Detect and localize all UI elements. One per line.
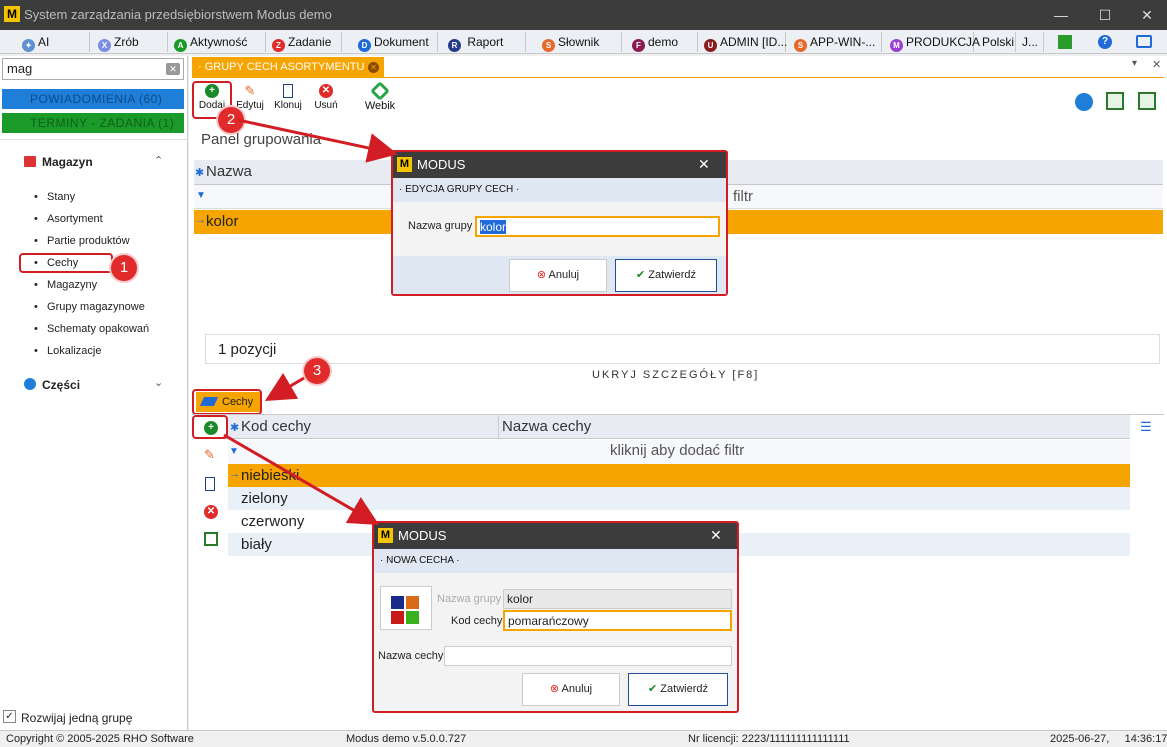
- datetime: 2025-06-27, 14:36:17: [1050, 733, 1167, 745]
- license: Nr licencji: 2223/111111111111111: [688, 733, 850, 745]
- version: Modus demo v.5.0.0.727: [346, 733, 467, 745]
- annotation-arrows: [223, 118, 398, 526]
- status-bar: Copyright © 2005-2025 RHO Software Modus…: [0, 730, 1167, 747]
- copyright: Copyright © 2005-2025 RHO Software: [6, 733, 194, 745]
